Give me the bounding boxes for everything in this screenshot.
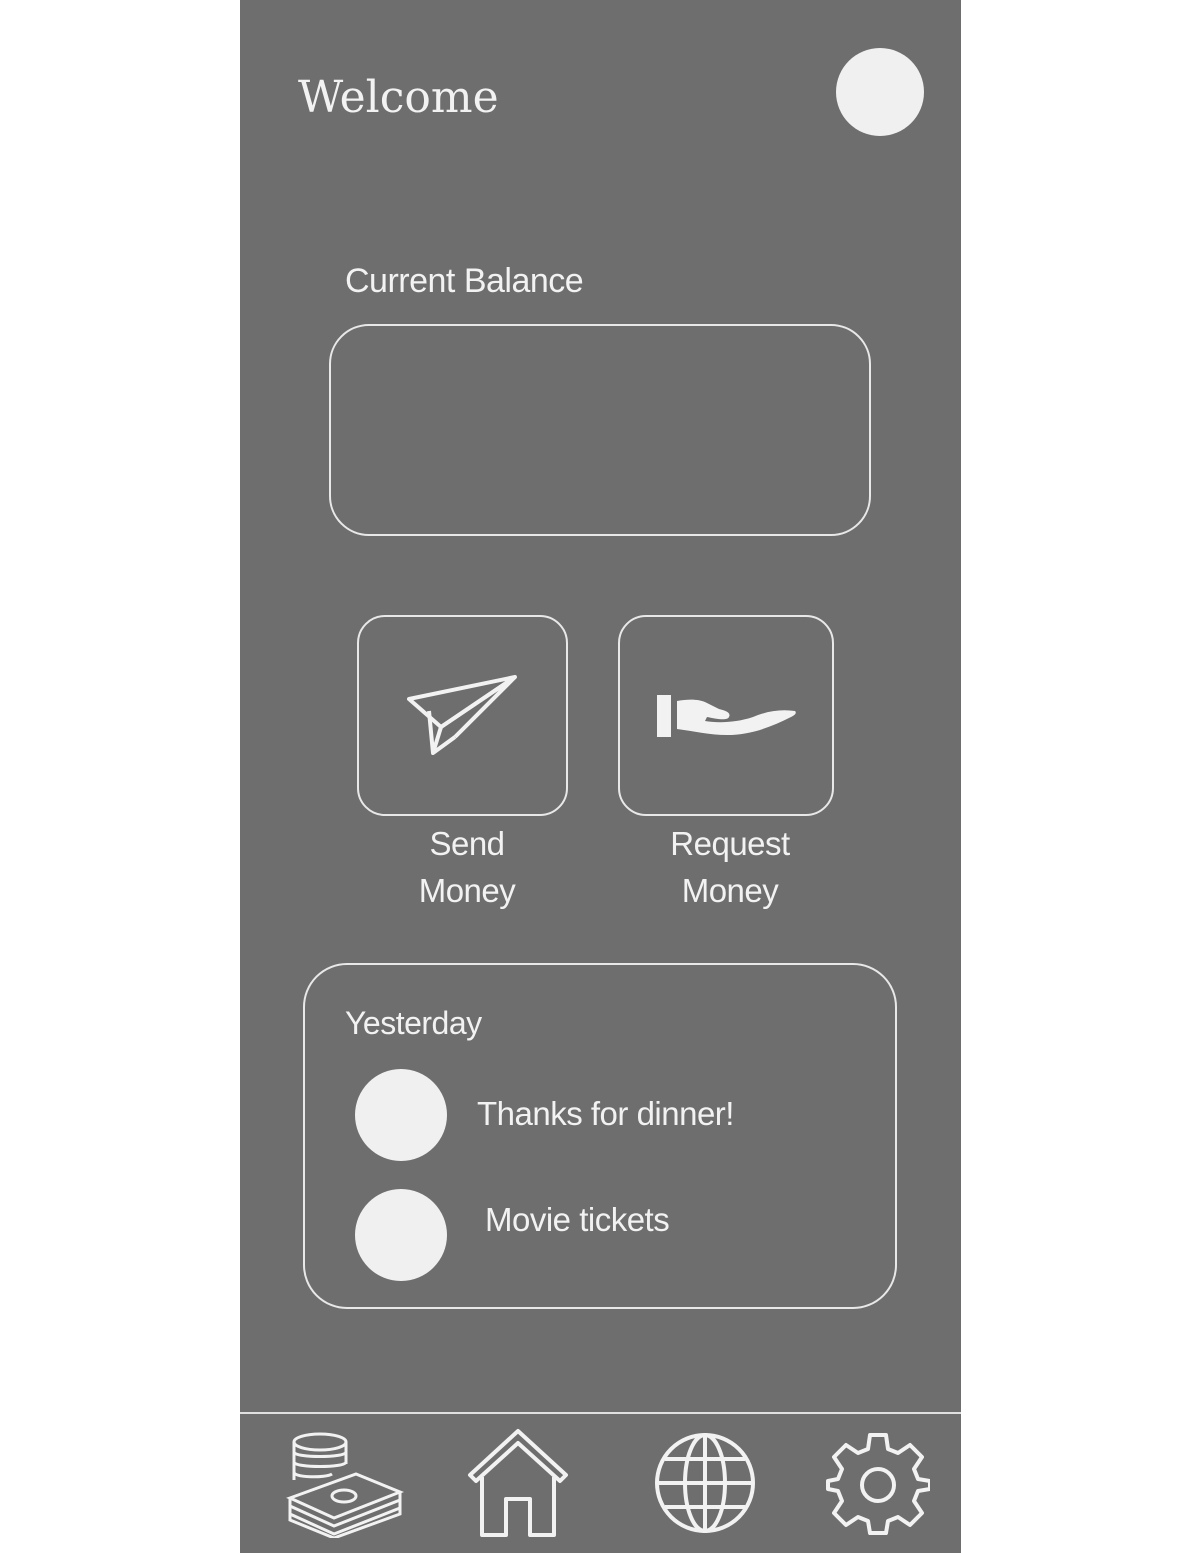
balance-label: Current Balance xyxy=(345,262,584,300)
paper-plane-icon xyxy=(406,674,519,757)
send-label-line1: Send xyxy=(429,825,505,862)
send-money-label: Send Money xyxy=(392,820,542,914)
gear-icon xyxy=(826,1431,930,1535)
profile-avatar[interactable] xyxy=(836,48,924,136)
globe-icon xyxy=(653,1431,757,1535)
request-money-label: Request Money xyxy=(650,820,810,914)
open-hand-icon xyxy=(655,693,797,739)
list-item[interactable]: Movie tickets xyxy=(355,1189,855,1281)
contact-avatar xyxy=(355,1189,447,1281)
welcome-title: Welcome xyxy=(298,72,499,123)
bottom-nav-divider xyxy=(240,1412,961,1414)
app-screen: Welcome Current Balance Send Money Reque… xyxy=(240,0,961,1553)
nav-money[interactable] xyxy=(280,1420,410,1545)
request-money-button[interactable] xyxy=(618,615,834,816)
home-icon xyxy=(466,1427,570,1539)
send-money-button[interactable] xyxy=(357,615,568,816)
list-item[interactable]: Thanks for dinner! xyxy=(355,1069,855,1161)
contact-avatar xyxy=(355,1069,447,1161)
money-stack-icon xyxy=(286,1428,404,1538)
balance-card[interactable] xyxy=(329,324,871,536)
request-label-line2: Money xyxy=(681,872,779,909)
send-label-line2: Money xyxy=(418,872,516,909)
request-label-line1: Request xyxy=(670,825,790,862)
list-item-text: Movie tickets xyxy=(485,1201,670,1238)
nav-home[interactable] xyxy=(453,1420,583,1545)
activity-heading: Yesterday xyxy=(345,1005,482,1041)
nav-settings[interactable] xyxy=(813,1420,943,1545)
activity-card: Yesterday Thanks for dinner! Movie ticke… xyxy=(303,963,897,1309)
list-item-text: Thanks for dinner! xyxy=(477,1095,734,1132)
nav-globe[interactable] xyxy=(640,1420,770,1545)
